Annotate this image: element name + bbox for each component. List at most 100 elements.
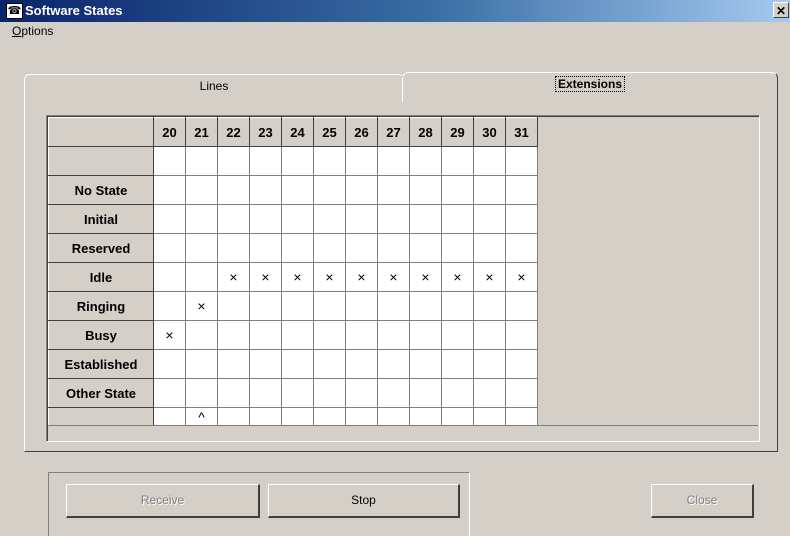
row-header[interactable]: Reserved <box>48 233 154 263</box>
state-cell[interactable] <box>441 291 474 321</box>
state-cell[interactable] <box>185 146 218 176</box>
state-cell[interactable] <box>441 378 474 408</box>
state-cell[interactable] <box>313 204 346 234</box>
column-header[interactable]: 23 <box>249 117 282 147</box>
state-cell[interactable] <box>185 204 218 234</box>
state-cell[interactable] <box>153 291 186 321</box>
state-cell[interactable] <box>217 291 250 321</box>
state-cell[interactable] <box>281 175 314 205</box>
row-header[interactable]: Busy <box>48 320 154 350</box>
state-cell[interactable] <box>377 146 410 176</box>
column-header[interactable]: 21 <box>185 117 218 147</box>
state-cell[interactable]: × <box>281 262 314 292</box>
state-cell[interactable] <box>313 407 346 426</box>
column-header[interactable]: 29 <box>441 117 474 147</box>
state-cell[interactable] <box>249 378 282 408</box>
state-cell[interactable] <box>249 204 282 234</box>
state-cell[interactable]: × <box>473 262 506 292</box>
state-cell[interactable] <box>505 146 538 176</box>
state-cell[interactable] <box>377 320 410 350</box>
state-cell[interactable]: ^ <box>185 407 218 426</box>
state-cell[interactable] <box>153 349 186 379</box>
state-cell[interactable] <box>153 407 186 426</box>
state-cell[interactable] <box>505 175 538 205</box>
state-cell[interactable] <box>217 349 250 379</box>
state-cell[interactable] <box>441 204 474 234</box>
state-cell[interactable] <box>281 146 314 176</box>
state-cell[interactable] <box>153 233 186 263</box>
receive-button[interactable]: Receive <box>66 484 260 518</box>
state-cell[interactable] <box>281 320 314 350</box>
state-cell[interactable] <box>441 407 474 426</box>
state-cell[interactable] <box>249 407 282 426</box>
state-cell[interactable] <box>441 175 474 205</box>
state-cell[interactable] <box>409 175 442 205</box>
state-cell[interactable]: × <box>313 262 346 292</box>
state-cell[interactable] <box>249 349 282 379</box>
state-cell[interactable] <box>313 291 346 321</box>
state-cell[interactable] <box>313 378 346 408</box>
column-header[interactable]: 31 <box>505 117 538 147</box>
column-header[interactable]: 27 <box>377 117 410 147</box>
state-cell[interactable] <box>505 291 538 321</box>
column-header[interactable]: 26 <box>345 117 378 147</box>
state-cell[interactable] <box>473 204 506 234</box>
column-header[interactable]: 24 <box>281 117 314 147</box>
state-cell[interactable] <box>409 291 442 321</box>
column-header[interactable]: 28 <box>409 117 442 147</box>
state-cell[interactable] <box>441 233 474 263</box>
state-cell[interactable]: × <box>505 262 538 292</box>
state-cell[interactable] <box>249 291 282 321</box>
row-header[interactable] <box>48 407 154 426</box>
column-header[interactable]: 25 <box>313 117 346 147</box>
state-cell[interactable]: × <box>377 262 410 292</box>
state-cell[interactable]: × <box>217 262 250 292</box>
state-cell[interactable] <box>409 233 442 263</box>
state-cell[interactable] <box>377 175 410 205</box>
state-cell[interactable]: × <box>153 320 186 350</box>
state-cell[interactable] <box>409 204 442 234</box>
stop-button[interactable]: Stop <box>268 484 460 518</box>
state-cell[interactable]: × <box>249 262 282 292</box>
state-cell[interactable] <box>505 233 538 263</box>
state-cell[interactable] <box>473 291 506 321</box>
menu-options[interactable]: Options <box>12 24 53 38</box>
state-cell[interactable] <box>217 146 250 176</box>
state-cell[interactable] <box>377 378 410 408</box>
state-cell[interactable] <box>313 320 346 350</box>
state-cell[interactable] <box>153 378 186 408</box>
state-cell[interactable] <box>345 291 378 321</box>
state-cell[interactable] <box>249 320 282 350</box>
state-cell[interactable] <box>441 349 474 379</box>
state-cell[interactable] <box>473 175 506 205</box>
state-cell[interactable] <box>345 407 378 426</box>
state-cell[interactable] <box>281 233 314 263</box>
tab-lines[interactable]: Lines <box>24 74 404 100</box>
state-cell[interactable] <box>313 175 346 205</box>
state-cell[interactable] <box>377 407 410 426</box>
state-cell[interactable] <box>217 407 250 426</box>
row-header[interactable]: Initial <box>48 204 154 234</box>
state-cell[interactable] <box>473 320 506 350</box>
state-cell[interactable] <box>345 378 378 408</box>
state-cell[interactable] <box>313 146 346 176</box>
state-cell[interactable] <box>313 233 346 263</box>
state-cell[interactable] <box>377 233 410 263</box>
state-cell[interactable] <box>409 146 442 176</box>
state-cell[interactable] <box>473 146 506 176</box>
state-cell[interactable] <box>153 146 186 176</box>
state-cell[interactable] <box>345 204 378 234</box>
state-cell[interactable] <box>505 349 538 379</box>
state-cell[interactable] <box>217 175 250 205</box>
close-button[interactable]: Close <box>651 484 754 518</box>
row-header[interactable]: Other State <box>48 378 154 408</box>
state-cell[interactable] <box>505 320 538 350</box>
state-cell[interactable] <box>217 233 250 263</box>
state-cell[interactable] <box>217 378 250 408</box>
state-cell[interactable] <box>345 146 378 176</box>
state-cell[interactable] <box>409 320 442 350</box>
column-header[interactable]: 30 <box>473 117 506 147</box>
row-header[interactable]: Ringing <box>48 291 154 321</box>
column-header[interactable]: 20 <box>153 117 186 147</box>
state-cell[interactable] <box>345 349 378 379</box>
